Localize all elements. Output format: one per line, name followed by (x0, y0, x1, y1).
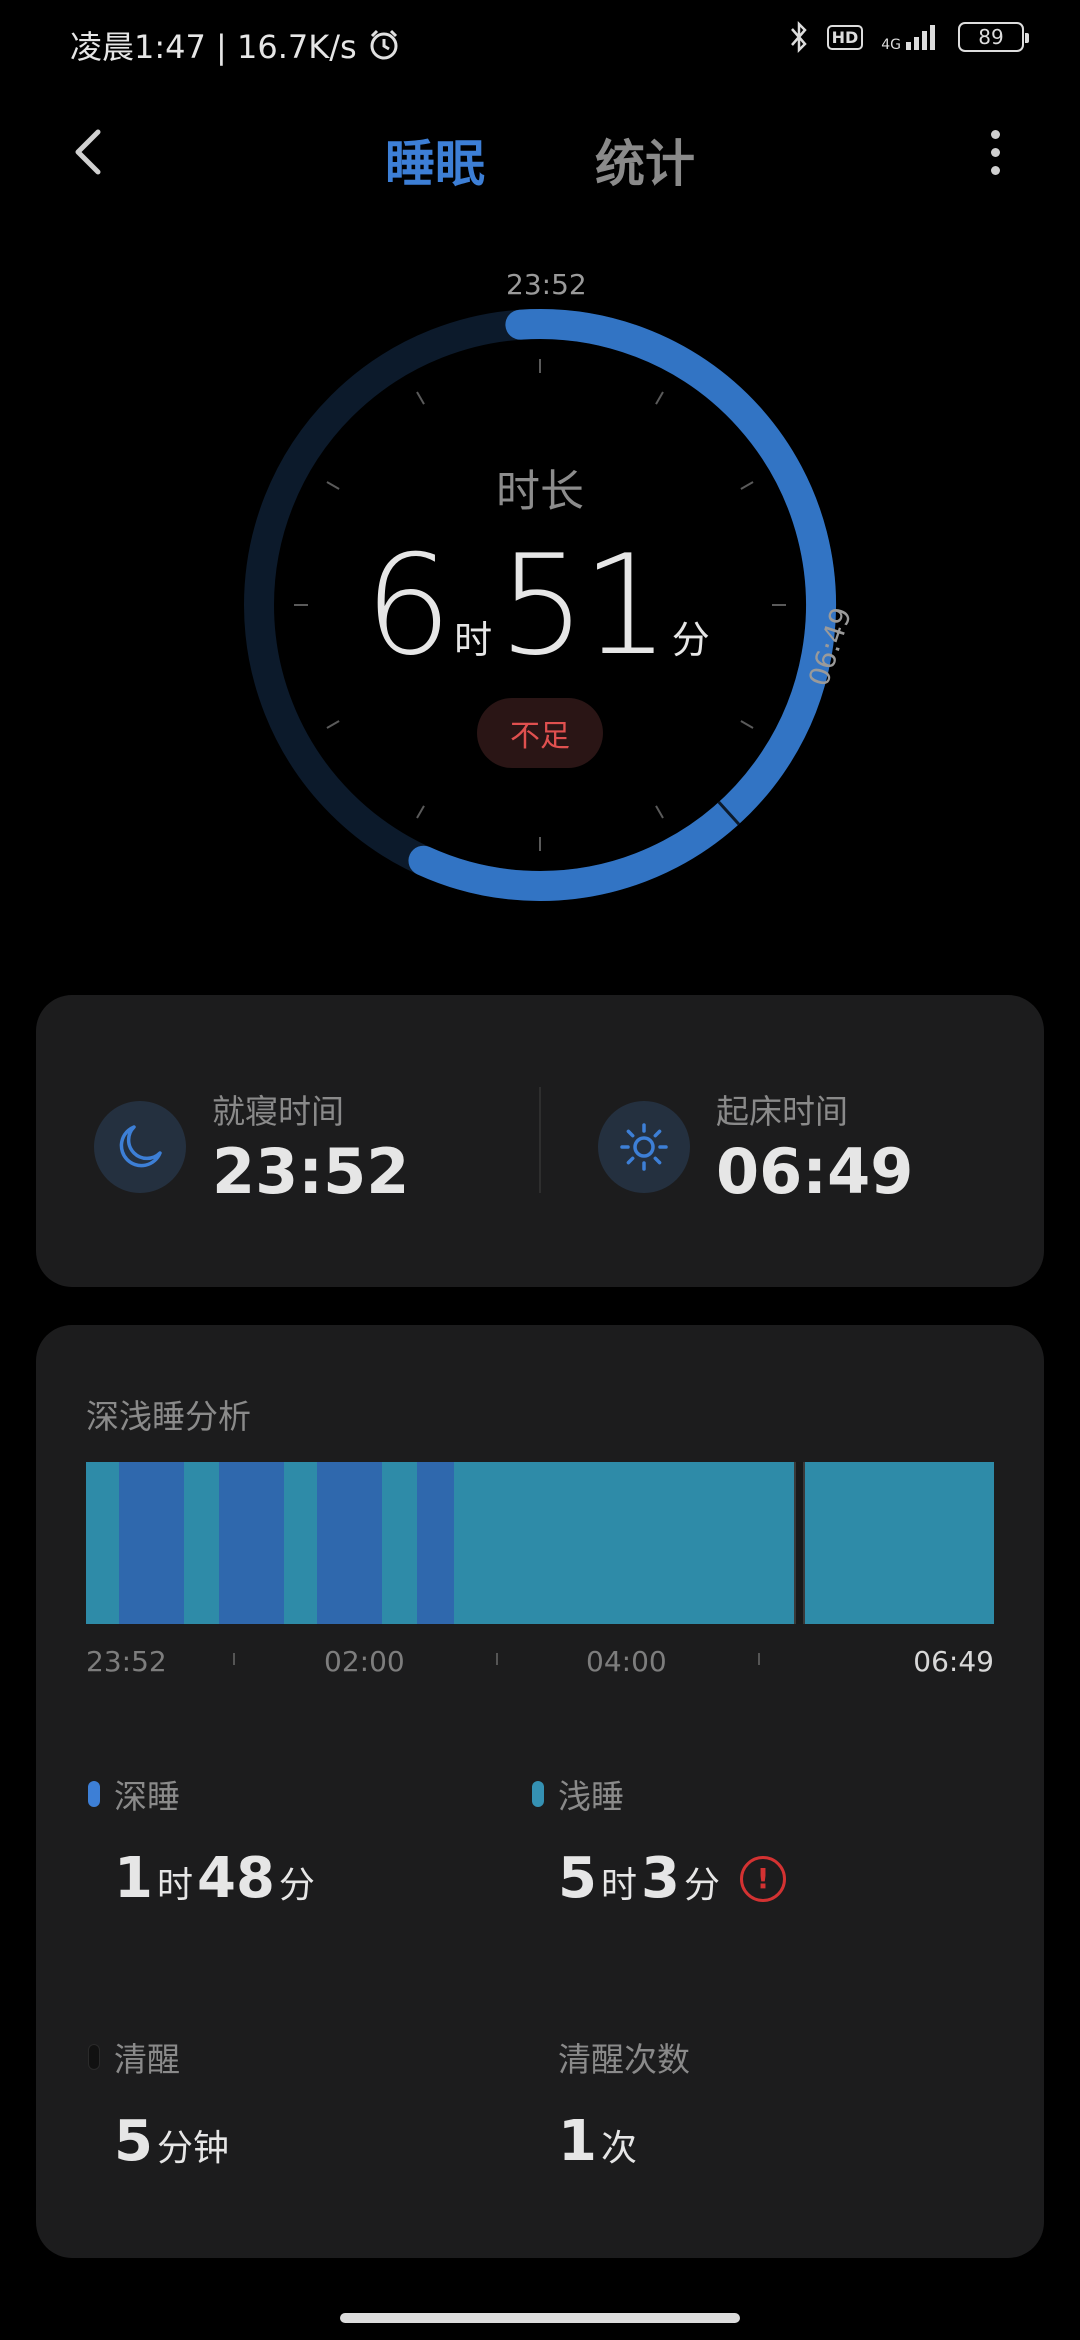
deep-sleep-minutes-unit: 分 (278, 1865, 315, 1906)
axis-tick (758, 1653, 760, 1665)
deep-sleep-legend-dot (88, 1781, 100, 1807)
light-sleep-minutes: 3 (640, 1846, 680, 1911)
sleep-segment-deep (218, 1462, 285, 1624)
sleep-segment-deep (118, 1462, 185, 1624)
sleep-stage-chart[interactable] (86, 1462, 995, 1624)
wake-time-block: 起床时间 06:49 (598, 1085, 913, 1208)
wake-count-unit: 次 (600, 2128, 637, 2169)
dial-tick (740, 720, 754, 729)
status-right: HD 4G 89 (789, 20, 1029, 54)
more-dot-icon (990, 147, 1000, 157)
time-axis: 23:52 02:00 04:00 06:49 (86, 1645, 994, 1685)
duration-minutes-unit: 分 (671, 618, 710, 662)
nav-bar: 睡眠 统计 (0, 110, 1080, 200)
wake-count-label: 清醒次数 (558, 2040, 690, 2079)
light-sleep-stat: 浅睡 5时3分 ! (532, 1770, 786, 1911)
duration-minutes: 51 (498, 525, 670, 686)
sleep-segment-deep (316, 1462, 383, 1624)
duration-title: 时长 (496, 466, 584, 517)
sun-icon (598, 1100, 690, 1193)
light-sleep-label: 浅睡 (558, 1777, 624, 1816)
bedtime-block: 就寝时间 23:52 (94, 1085, 409, 1208)
sleep-quality-badge: 不足 (477, 698, 603, 768)
more-dot-icon (990, 129, 1000, 139)
duration-hours: 6 (364, 525, 452, 686)
dial-tick (655, 391, 664, 405)
tab-bar: 睡眠 统计 (0, 124, 1080, 196)
status-time-speed: 凌晨1:47 | 16.7K/s (70, 28, 357, 66)
moon-icon (94, 1100, 186, 1193)
battery-level: 89 (978, 25, 1004, 49)
wake-time-label: 起床时间 (716, 1092, 848, 1131)
deep-sleep-minutes: 48 (196, 1846, 275, 1911)
sleep-segment-light (804, 1462, 995, 1624)
status-left: 凌晨1:47 | 16.7K/s (70, 22, 401, 68)
axis-label-start: 23:52 (86, 1645, 167, 1678)
warning-icon[interactable]: ! (739, 1855, 786, 1902)
status-bar: 凌晨1:47 | 16.7K/s HD 4G 89 (0, 0, 1080, 92)
dial-tick (326, 720, 340, 729)
light-sleep-legend-dot (532, 1781, 544, 1807)
awake-minutes: 5 (114, 2109, 153, 2174)
deep-sleep-label: 深睡 (114, 1777, 180, 1816)
awake-legend-dot (88, 2044, 100, 2070)
dial-tick (416, 805, 425, 819)
more-options-button[interactable] (970, 122, 1020, 182)
deep-sleep-hours: 1 (114, 1846, 153, 1911)
tab-statistics[interactable]: 统计 (595, 124, 695, 196)
sleep-segment-light (284, 1462, 318, 1624)
wake-count-stat: 清醒次数 1次 (532, 2033, 690, 2174)
light-sleep-hours: 5 (558, 1846, 597, 1911)
signal-group: 4G (881, 22, 940, 52)
bedtime-label: 就寝时间 (212, 1092, 344, 1131)
awake-stat: 清醒 5 分钟 (88, 2033, 233, 2174)
bluetooth-icon (790, 20, 807, 54)
sleep-analysis-card: 深浅睡分析 23:52 02:00 04:00 06:49 深睡 1 时 48 分 浅… (36, 1325, 1044, 2258)
home-indicator (340, 2313, 740, 2323)
hd-badge: HD (826, 24, 864, 50)
sleep-segment-deep (416, 1462, 455, 1624)
duration-hours-unit: 时 (454, 618, 493, 662)
axis-tick (496, 1653, 498, 1665)
sleep-segment-light (382, 1462, 418, 1624)
axis-label-0400: 04:00 (586, 1645, 667, 1678)
dial-tick (416, 391, 425, 405)
wake-time-value: 06:49 (716, 1135, 914, 1208)
bedtime-value: 23:52 (212, 1135, 410, 1208)
battery-icon: 89 (958, 22, 1029, 52)
axis-label-end: 06:49 (913, 1645, 994, 1678)
sleep-times-card: 就寝时间 23:52 起床时间 06:49 (36, 995, 1044, 1287)
axis-tick (233, 1653, 235, 1665)
axis-label-0200: 02:00 (324, 1645, 405, 1678)
sleep-segment-light (453, 1462, 795, 1624)
awake-label: 清醒 (114, 2040, 180, 2079)
signal-icon (906, 25, 935, 50)
wake-count-value: 1 (558, 2109, 597, 2174)
analysis-title: 深浅睡分析 (86, 1397, 251, 1436)
divider (539, 1087, 541, 1193)
dial-start-time: 23:52 (506, 268, 587, 301)
deep-sleep-stat: 深睡 1 时 48 分 (88, 1770, 319, 1911)
network-type: 4G (881, 37, 901, 53)
awake-minutes-unit: 分钟 (156, 2128, 229, 2169)
light-sleep-hours-unit: 时 (600, 1865, 637, 1906)
alarm-icon (370, 29, 398, 60)
tab-sleep[interactable]: 睡眠 (385, 124, 485, 196)
light-sleep-minutes-unit: 分 (683, 1865, 720, 1906)
dial-tick (655, 805, 664, 819)
deep-sleep-hours-unit: 时 (156, 1865, 193, 1906)
sleep-segment-light (86, 1462, 120, 1624)
sleep-segment-light (183, 1462, 220, 1624)
more-dot-icon (990, 165, 1000, 175)
sleep-segment-awake (793, 1462, 806, 1624)
duration-value: 6 时51 分 (0, 525, 1080, 686)
